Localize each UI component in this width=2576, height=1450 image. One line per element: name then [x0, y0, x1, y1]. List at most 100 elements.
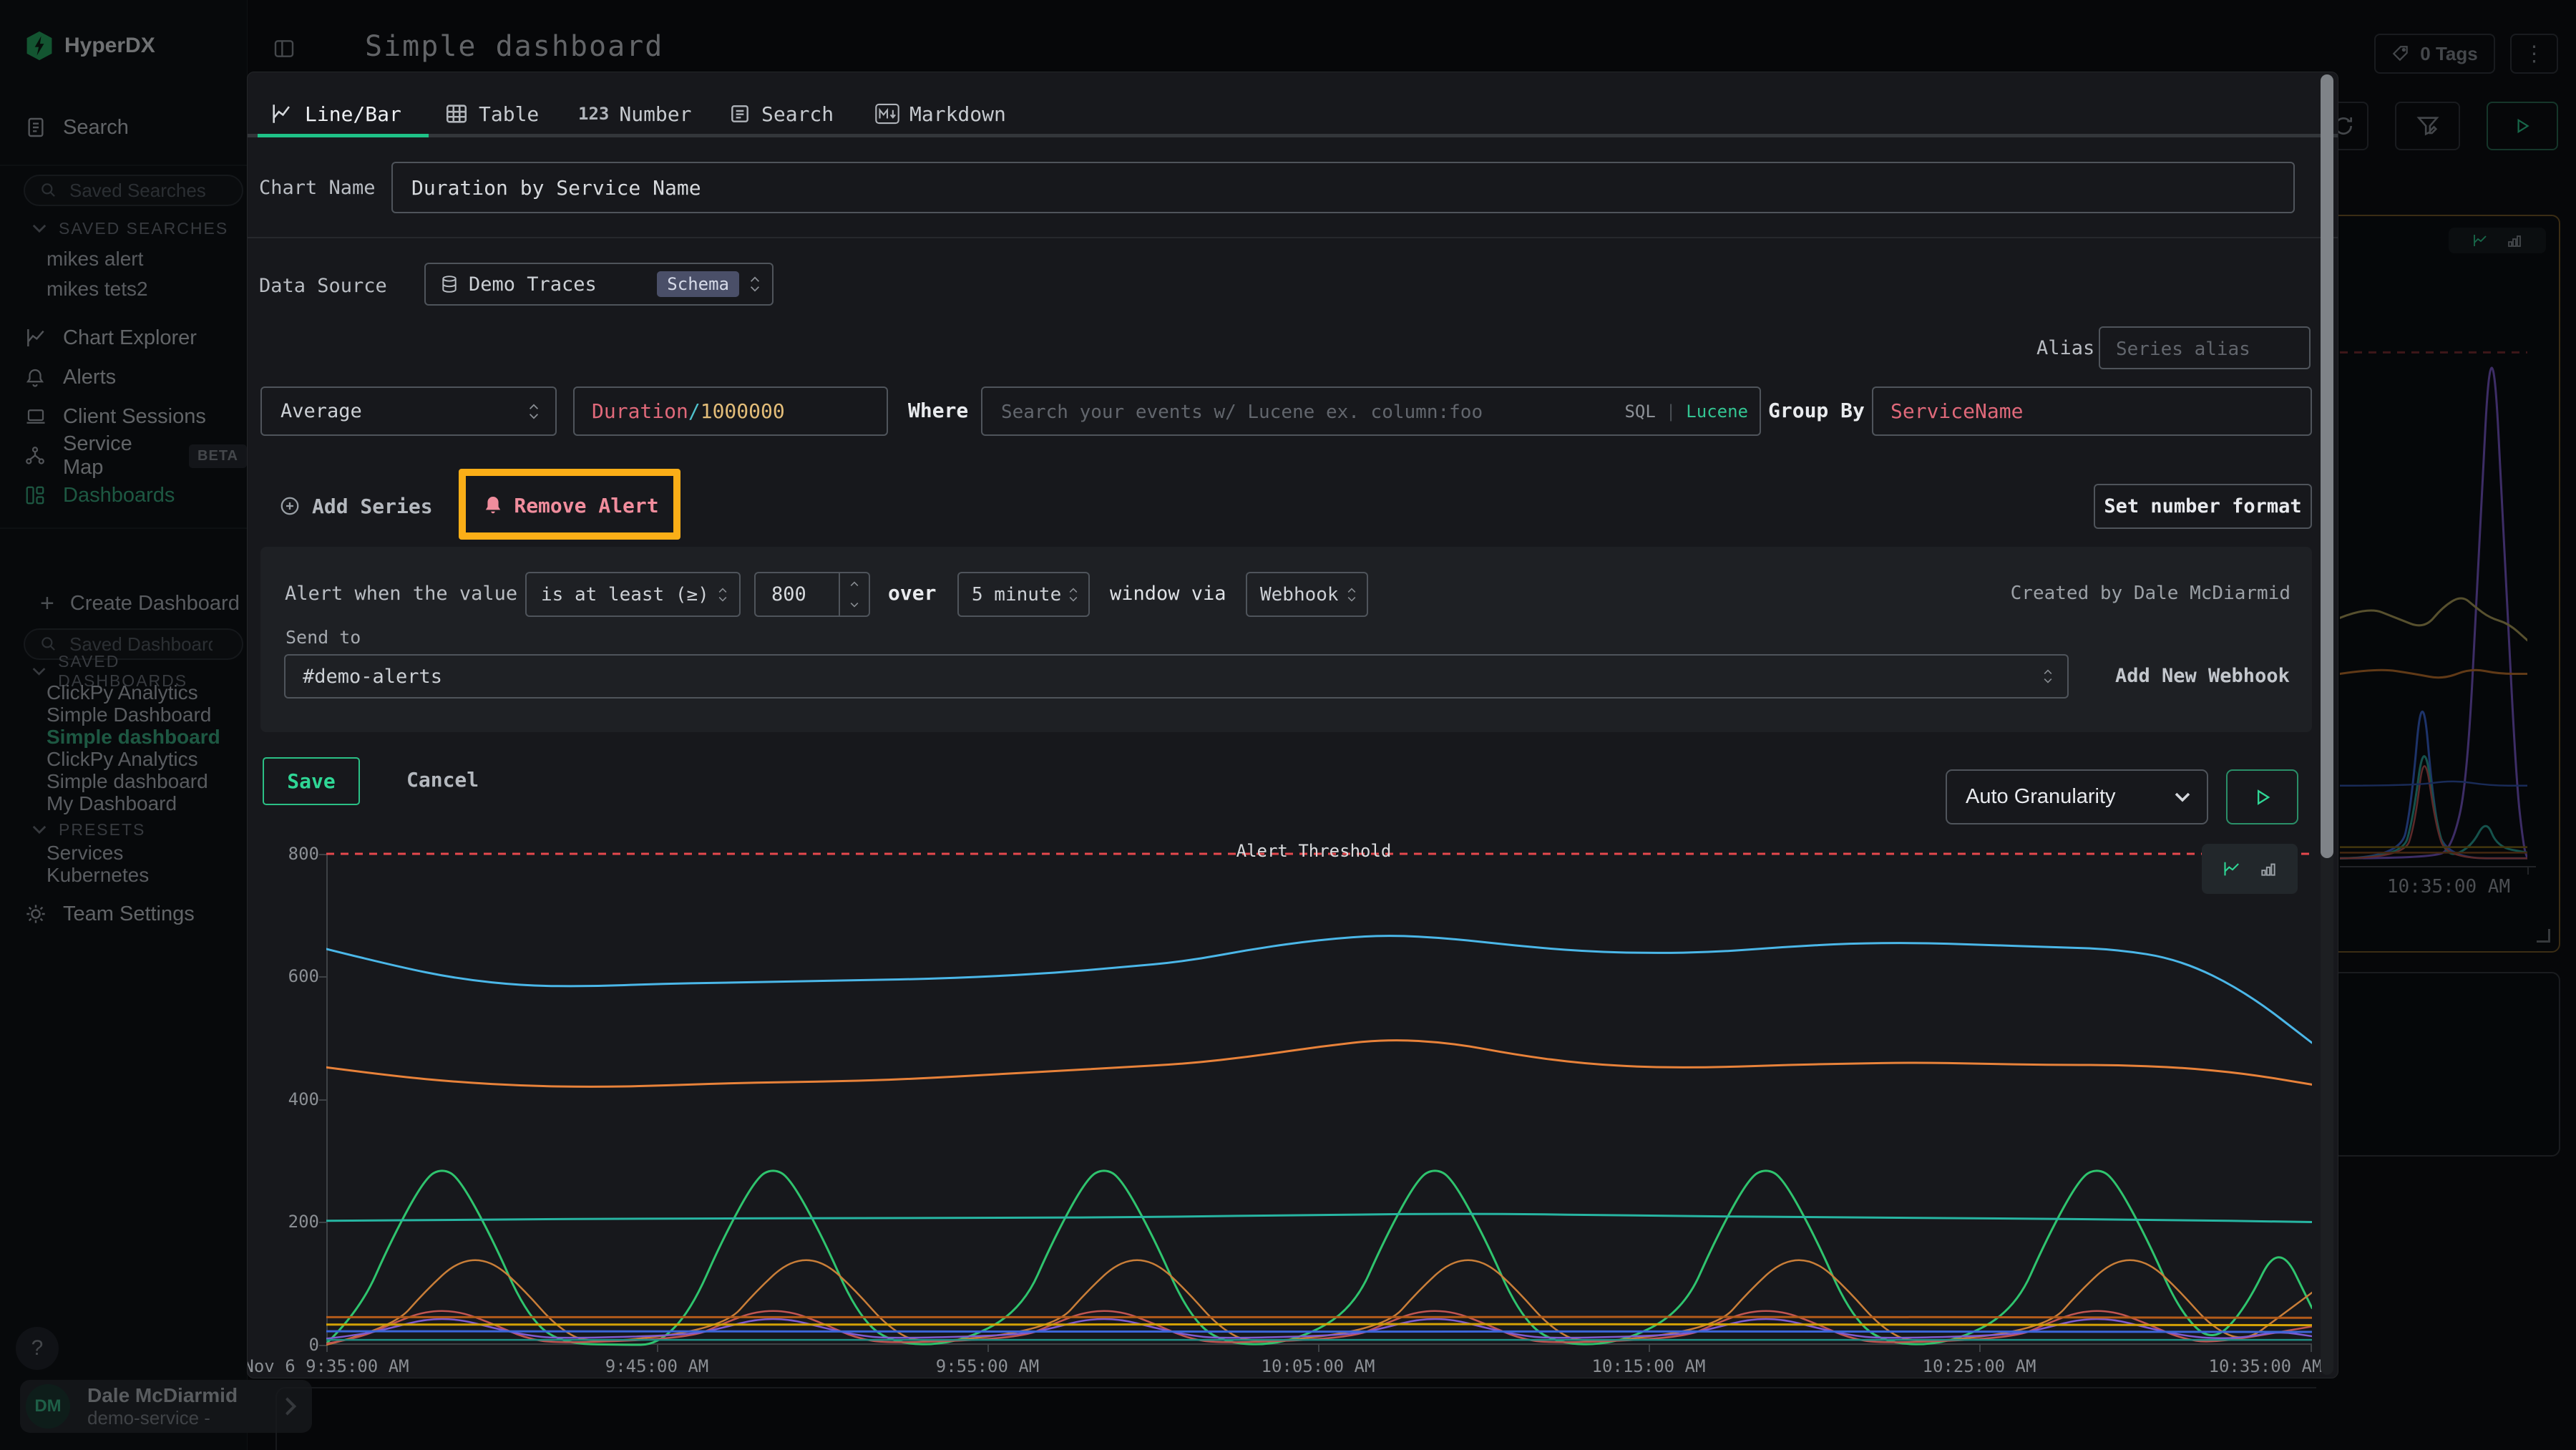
step-down-icon[interactable]: [849, 602, 859, 608]
where-search-input[interactable]: [1000, 399, 1624, 424]
annotation-highlight-remove-alert: [459, 469, 680, 540]
where-search-field[interactable]: SQL | Lucene: [981, 386, 1761, 436]
stepper-buttons[interactable]: [839, 573, 869, 615]
x-tick-label: Nov 6 9:35:00 AM: [247, 1356, 419, 1376]
table-icon: [444, 102, 469, 126]
tab-table[interactable]: Table: [444, 94, 539, 134]
screen: HyperDX Search SAVED SEARCHES: [0, 0, 2576, 1450]
x-tick-label: 10:05:00 AM: [1246, 1356, 1390, 1376]
alert-channel-select[interactable]: Webhook: [1246, 572, 1368, 617]
token-operator: /: [688, 399, 701, 423]
x-tick-label: 10:35:00 AM: [2194, 1356, 2337, 1376]
line-chart-icon[interactable]: [2222, 859, 2243, 879]
select-chevrons-icon: [749, 276, 761, 292]
alert-prefix-label: Alert when the value: [285, 583, 517, 605]
data-source-select[interactable]: Demo Traces Schema: [424, 263, 774, 306]
data-source-label: Data Source: [259, 275, 387, 297]
condition-value: is at least (≥): [541, 584, 709, 605]
tab-label: Line/Bar: [305, 102, 401, 126]
y-tick: [319, 1222, 326, 1223]
lucene-toggle[interactable]: Lucene: [1686, 402, 1748, 422]
add-series-label: Add Series: [312, 495, 433, 518]
y-tick-label: 800: [262, 844, 319, 864]
chart-name-field[interactable]: [391, 162, 2295, 213]
alert-condition-select[interactable]: is at least (≥): [525, 572, 741, 617]
sql-toggle[interactable]: SQL: [1624, 402, 1655, 422]
modal-scrollbar-thumb[interactable]: [2321, 74, 2333, 858]
x-tick-label: 10:15:00 AM: [1577, 1356, 1720, 1376]
x-tick-label: 9:55:00 AM: [916, 1356, 1059, 1376]
created-by-text: Created by Dale McDiarmid: [2011, 583, 2290, 604]
token-number: 1000000: [701, 399, 785, 423]
alert-threshold-stepper[interactable]: [754, 572, 870, 617]
schema-badge: Schema: [657, 271, 739, 297]
edit-chart-modal: Line/Bar Table 123 Number Search Markdow…: [247, 72, 2338, 1378]
step-up-icon[interactable]: [849, 581, 859, 587]
alias-input[interactable]: [2114, 336, 2295, 361]
chart-name-input[interactable]: [410, 175, 2276, 200]
tab-label: Search: [761, 102, 834, 126]
granularity-value: Auto Granularity: [1966, 785, 2116, 809]
add-series-button[interactable]: Add Series: [279, 486, 433, 526]
y-tick: [319, 976, 326, 978]
y-tick: [319, 1345, 326, 1346]
group-by-value: ServiceName: [1890, 399, 2023, 423]
markdown-icon: [875, 103, 899, 125]
send-to-select[interactable]: #demo-alerts: [284, 654, 2069, 699]
tabs-underline: [248, 134, 2338, 137]
send-to-label: Send to: [286, 627, 361, 648]
cancel-button[interactable]: Cancel: [406, 768, 479, 792]
alert-window-select[interactable]: 5 minute: [957, 572, 1090, 617]
y-tick-label: 0: [262, 1335, 319, 1355]
add-new-webhook-button[interactable]: Add New Webhook: [2115, 665, 2290, 687]
over-label: over: [888, 581, 936, 605]
aggregation-value: Average: [280, 400, 362, 422]
set-number-format-button[interactable]: Set number format: [2094, 484, 2312, 529]
y-tick: [319, 1099, 326, 1101]
database-icon: [440, 274, 459, 294]
via-label: window via: [1110, 583, 1226, 605]
tab-label: Table: [479, 102, 539, 126]
tab-search[interactable]: Search: [728, 94, 834, 134]
chart-name-label: Chart Name: [259, 177, 376, 199]
select-chevrons-icon: [718, 588, 728, 602]
where-label: Where: [908, 399, 968, 422]
tab-number[interactable]: 123 Number: [578, 94, 692, 134]
duration-by-service-chart[interactable]: [326, 851, 2312, 1348]
plus-circle-icon: [279, 495, 301, 517]
x-tick-label: 9:45:00 AM: [585, 1356, 728, 1376]
y-tick-label: 200: [262, 1212, 319, 1232]
alias-field[interactable]: [2099, 326, 2311, 369]
y-tick-label: 400: [262, 1089, 319, 1109]
list-doc-icon: [728, 102, 751, 125]
tab-line-bar[interactable]: Line/Bar: [269, 94, 401, 134]
group-by-field[interactable]: ServiceName: [1872, 386, 2312, 436]
tab-label: Number: [619, 102, 691, 126]
section-divider: [248, 237, 2338, 238]
tab-markdown[interactable]: Markdown: [875, 94, 1006, 134]
query-language-toggle[interactable]: SQL | Lucene: [1624, 402, 1748, 422]
x-tick-label: 10:25:00 AM: [1908, 1356, 2051, 1376]
chart-type-toggle[interactable]: [2202, 844, 2298, 894]
alert-threshold-input[interactable]: [756, 583, 839, 606]
select-chevrons-icon: [1068, 588, 1078, 602]
line-chart-icon: [269, 102, 295, 126]
alert-settings-panel: Alert when the value is at least (≥) ove…: [260, 547, 2312, 732]
save-label: Save: [287, 769, 335, 793]
bar-chart-icon[interactable]: [2259, 860, 2278, 878]
token-field: Duration: [592, 399, 688, 423]
run-chart-button[interactable]: [2226, 769, 2298, 824]
send-to-value: #demo-alerts: [303, 666, 442, 688]
select-chevrons-icon: [1347, 588, 1357, 602]
active-tab-underline: [258, 134, 429, 137]
chevron-down-icon: [2174, 792, 2191, 802]
group-by-label: Group By: [1768, 399, 1865, 422]
save-button[interactable]: Save: [263, 757, 360, 805]
aggregation-select[interactable]: Average: [260, 386, 557, 436]
channel-value: Webhook: [1260, 584, 1339, 605]
number-123-icon: 123: [578, 104, 609, 124]
alias-label: Alias: [2036, 337, 2094, 359]
play-icon: [2253, 787, 2273, 807]
field-expression-input[interactable]: Duration/1000000: [573, 386, 888, 436]
granularity-select[interactable]: Auto Granularity: [1946, 769, 2208, 824]
